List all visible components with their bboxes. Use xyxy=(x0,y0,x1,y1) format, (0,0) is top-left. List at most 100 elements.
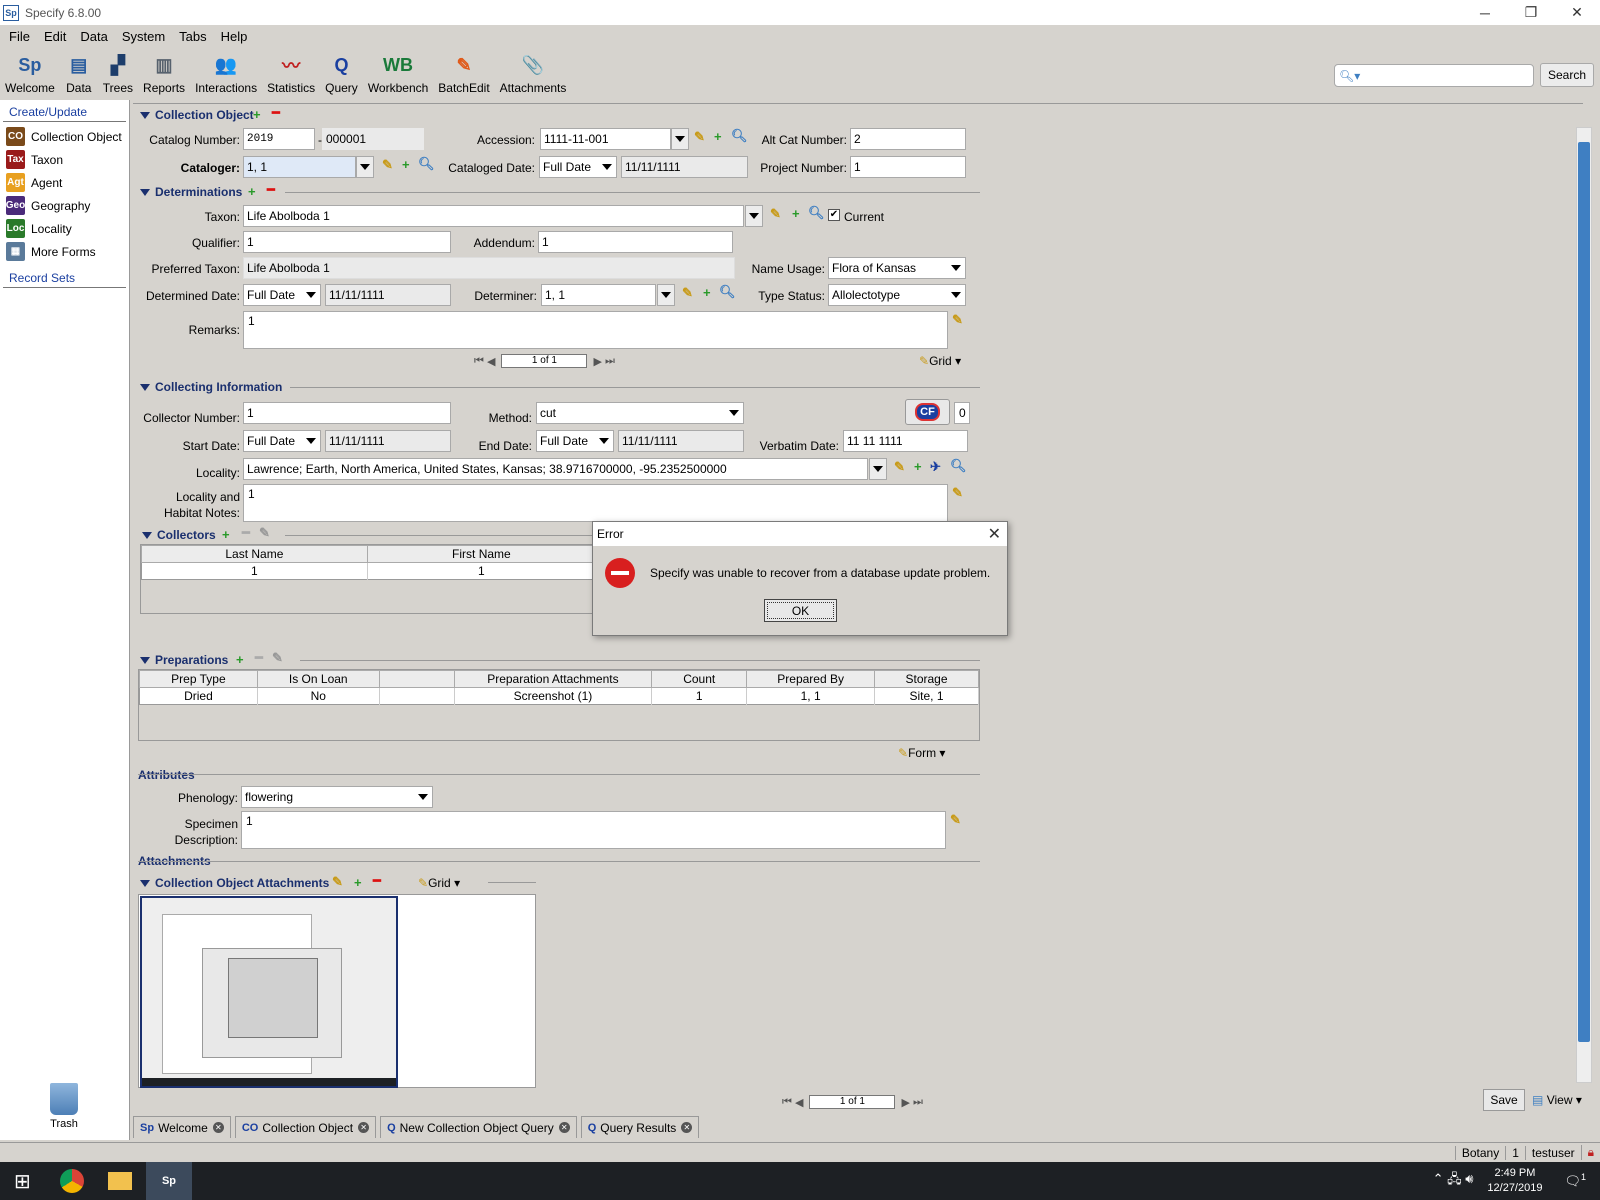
name-usage-select[interactable]: Flora of Kansas xyxy=(828,257,966,279)
carry-forward-button[interactable]: CF xyxy=(905,399,950,425)
save-button[interactable]: Save xyxy=(1483,1089,1525,1111)
chrome-icon[interactable] xyxy=(60,1169,84,1193)
toolbar-button-reports[interactable]: ▥ Reports xyxy=(143,50,185,96)
accession-field[interactable]: 1111-11-001 xyxy=(540,128,671,150)
column-header[interactable]: Prepared By xyxy=(746,670,876,688)
close-tab-icon[interactable]: ✕ xyxy=(212,1122,224,1133)
create-update-header[interactable]: Create/Update xyxy=(3,100,126,122)
prev-record-icon[interactable]: ◀ xyxy=(795,1096,803,1109)
edit-icon[interactable]: ✎ xyxy=(259,526,270,540)
table-row[interactable]: 11 xyxy=(141,562,597,580)
search-icon[interactable]: 🔍︎ xyxy=(731,129,748,143)
notification-icon[interactable]: 🗨1 xyxy=(1564,1172,1586,1189)
type-status-select[interactable]: Allolectotype xyxy=(828,284,966,306)
edit-text-icon[interactable]: ✎ xyxy=(950,813,961,827)
toolbar-button-workbench[interactable]: WB Workbench xyxy=(368,50,428,96)
close-tab-icon[interactable]: ✕ xyxy=(558,1122,570,1133)
toolbar-button-interactions[interactable]: 👥 Interactions xyxy=(195,50,257,96)
geolocate-icon[interactable]: ✈ xyxy=(930,460,941,474)
edit-text-icon[interactable]: ✎ xyxy=(952,486,963,500)
specimen-description-textarea[interactable]: 1 xyxy=(241,811,946,849)
windows-start-icon[interactable]: ⊞ xyxy=(14,1169,44,1194)
collector-number-field[interactable]: 1 xyxy=(243,402,451,424)
remove-icon[interactable]: ━ xyxy=(267,183,275,197)
grid-view-button[interactable]: ✎ Grid ▾ xyxy=(919,354,961,368)
close-tab-icon[interactable]: ✕ xyxy=(358,1122,370,1133)
tab-welcome[interactable]: Sp Welcome ✕ xyxy=(133,1116,231,1138)
search-icon[interactable]: 🔍︎ xyxy=(418,157,435,171)
toolbar-button-query[interactable]: Q Query xyxy=(325,50,358,96)
column-header[interactable]: Is On Loan xyxy=(256,670,380,688)
phenology-select[interactable]: flowering xyxy=(241,786,433,808)
determiner-field[interactable]: 1, 1 xyxy=(541,284,656,306)
project-number-field[interactable]: 1 xyxy=(850,156,966,178)
menu-edit[interactable]: Edit xyxy=(44,29,66,44)
collectors-section[interactable]: Collectors xyxy=(142,528,216,542)
specify-taskbar-icon[interactable]: Sp xyxy=(146,1162,192,1200)
locality-field[interactable]: Lawrence; Earth, North America, United S… xyxy=(243,458,868,480)
edit-pencil-icon[interactable]: ✎ xyxy=(770,207,781,221)
remarks-textarea[interactable]: 1 xyxy=(243,311,948,349)
column-header[interactable]: Storage xyxy=(874,670,979,688)
first-record-icon[interactable]: ⏮ xyxy=(474,355,484,368)
tab-collection-object[interactable]: CO Collection Object ✕ xyxy=(234,1116,377,1138)
next-record-icon[interactable]: ▶ xyxy=(593,355,601,368)
menu-file[interactable]: File xyxy=(9,29,30,44)
determined-date-type-select[interactable]: Full Date xyxy=(243,284,321,306)
toolbar-button-attachments[interactable]: 📎 Attachments xyxy=(500,50,567,96)
search-icon[interactable]: 🔍︎ xyxy=(808,206,825,220)
record-sets-header[interactable]: Record Sets xyxy=(3,266,126,288)
file-explorer-icon[interactable] xyxy=(108,1172,132,1190)
current-checkbox[interactable]: ✔ xyxy=(828,209,840,221)
determiner-dropdown[interactable] xyxy=(657,284,675,306)
preparations-section[interactable]: Preparations xyxy=(140,653,228,667)
close-tab-icon[interactable]: ✕ xyxy=(681,1122,693,1133)
column-header[interactable]: Count xyxy=(651,670,748,688)
remove-icon[interactable]: ━ xyxy=(255,651,263,665)
column-header[interactable]: Last Name xyxy=(141,545,368,563)
form-view-button[interactable]: ✎ Form ▾ xyxy=(898,746,945,760)
edit-text-icon[interactable]: ✎ xyxy=(952,313,963,327)
prev-record-icon[interactable]: ◀ xyxy=(487,355,495,368)
addendum-field[interactable]: 1 xyxy=(538,231,733,253)
add-icon[interactable]: + xyxy=(914,460,922,474)
edit-pencil-icon[interactable]: ✎ xyxy=(894,460,905,474)
scrollbar-thumb[interactable] xyxy=(1578,142,1590,1042)
first-record-icon[interactable]: ⏮ xyxy=(782,1096,792,1109)
last-record-icon[interactable]: ⏭ xyxy=(913,1096,923,1109)
taxon-dropdown[interactable] xyxy=(745,205,763,227)
toolbar-button-statistics[interactable]: 〰 Statistics xyxy=(267,50,315,95)
accession-dropdown[interactable] xyxy=(671,128,689,150)
sidebar-item-taxon[interactable]: Tax Taxon xyxy=(0,148,129,171)
search-button[interactable]: Search xyxy=(1540,63,1594,87)
determinations-section[interactable]: Determinations xyxy=(140,185,242,199)
determined-date-field[interactable]: 11/11/1111 xyxy=(325,284,451,306)
trash[interactable]: Trash xyxy=(45,1083,83,1130)
view-button[interactable]: ▤ View ▾ xyxy=(1532,1093,1582,1107)
remove-icon[interactable]: ━ xyxy=(272,106,280,120)
ok-button[interactable]: OK xyxy=(764,599,837,622)
next-record-icon[interactable]: ▶ xyxy=(901,1096,909,1109)
habitat-notes-textarea[interactable]: 1 xyxy=(243,484,948,522)
toolbar-button-welcome[interactable]: Sp Welcome xyxy=(5,50,55,96)
start-date-field[interactable]: 11/11/1111 xyxy=(325,430,451,452)
sidebar-item-agent[interactable]: Agt Agent xyxy=(0,171,129,194)
sidebar-item-locality[interactable]: Loc Locality xyxy=(0,217,129,240)
add-icon[interactable]: + xyxy=(222,528,230,542)
search-input[interactable]: 🔍︎▾ xyxy=(1334,64,1534,87)
add-icon[interactable]: + xyxy=(253,108,261,122)
menu-help[interactable]: Help xyxy=(221,29,248,44)
add-icon[interactable]: + xyxy=(792,207,800,221)
menu-tabs[interactable]: Tabs xyxy=(179,29,206,44)
add-icon[interactable]: + xyxy=(236,653,244,667)
search-icon[interactable]: 🔍︎ xyxy=(719,285,736,299)
column-header[interactable]: Prep Type xyxy=(139,670,258,688)
close-window-button[interactable]: ✕ xyxy=(1554,0,1600,25)
sidebar-item-collection-object[interactable]: CO Collection Object xyxy=(0,125,129,148)
sidebar-item-geography[interactable]: Geo Geography xyxy=(0,194,129,217)
start-date-type-select[interactable]: Full Date xyxy=(243,430,321,452)
cataloger-field[interactable]: 1, 1 xyxy=(243,156,356,178)
add-icon[interactable]: + xyxy=(402,158,410,172)
cataloged-date-field[interactable]: 11/11/1111 xyxy=(621,156,748,178)
edit-icon[interactable]: ✎ xyxy=(332,875,343,889)
